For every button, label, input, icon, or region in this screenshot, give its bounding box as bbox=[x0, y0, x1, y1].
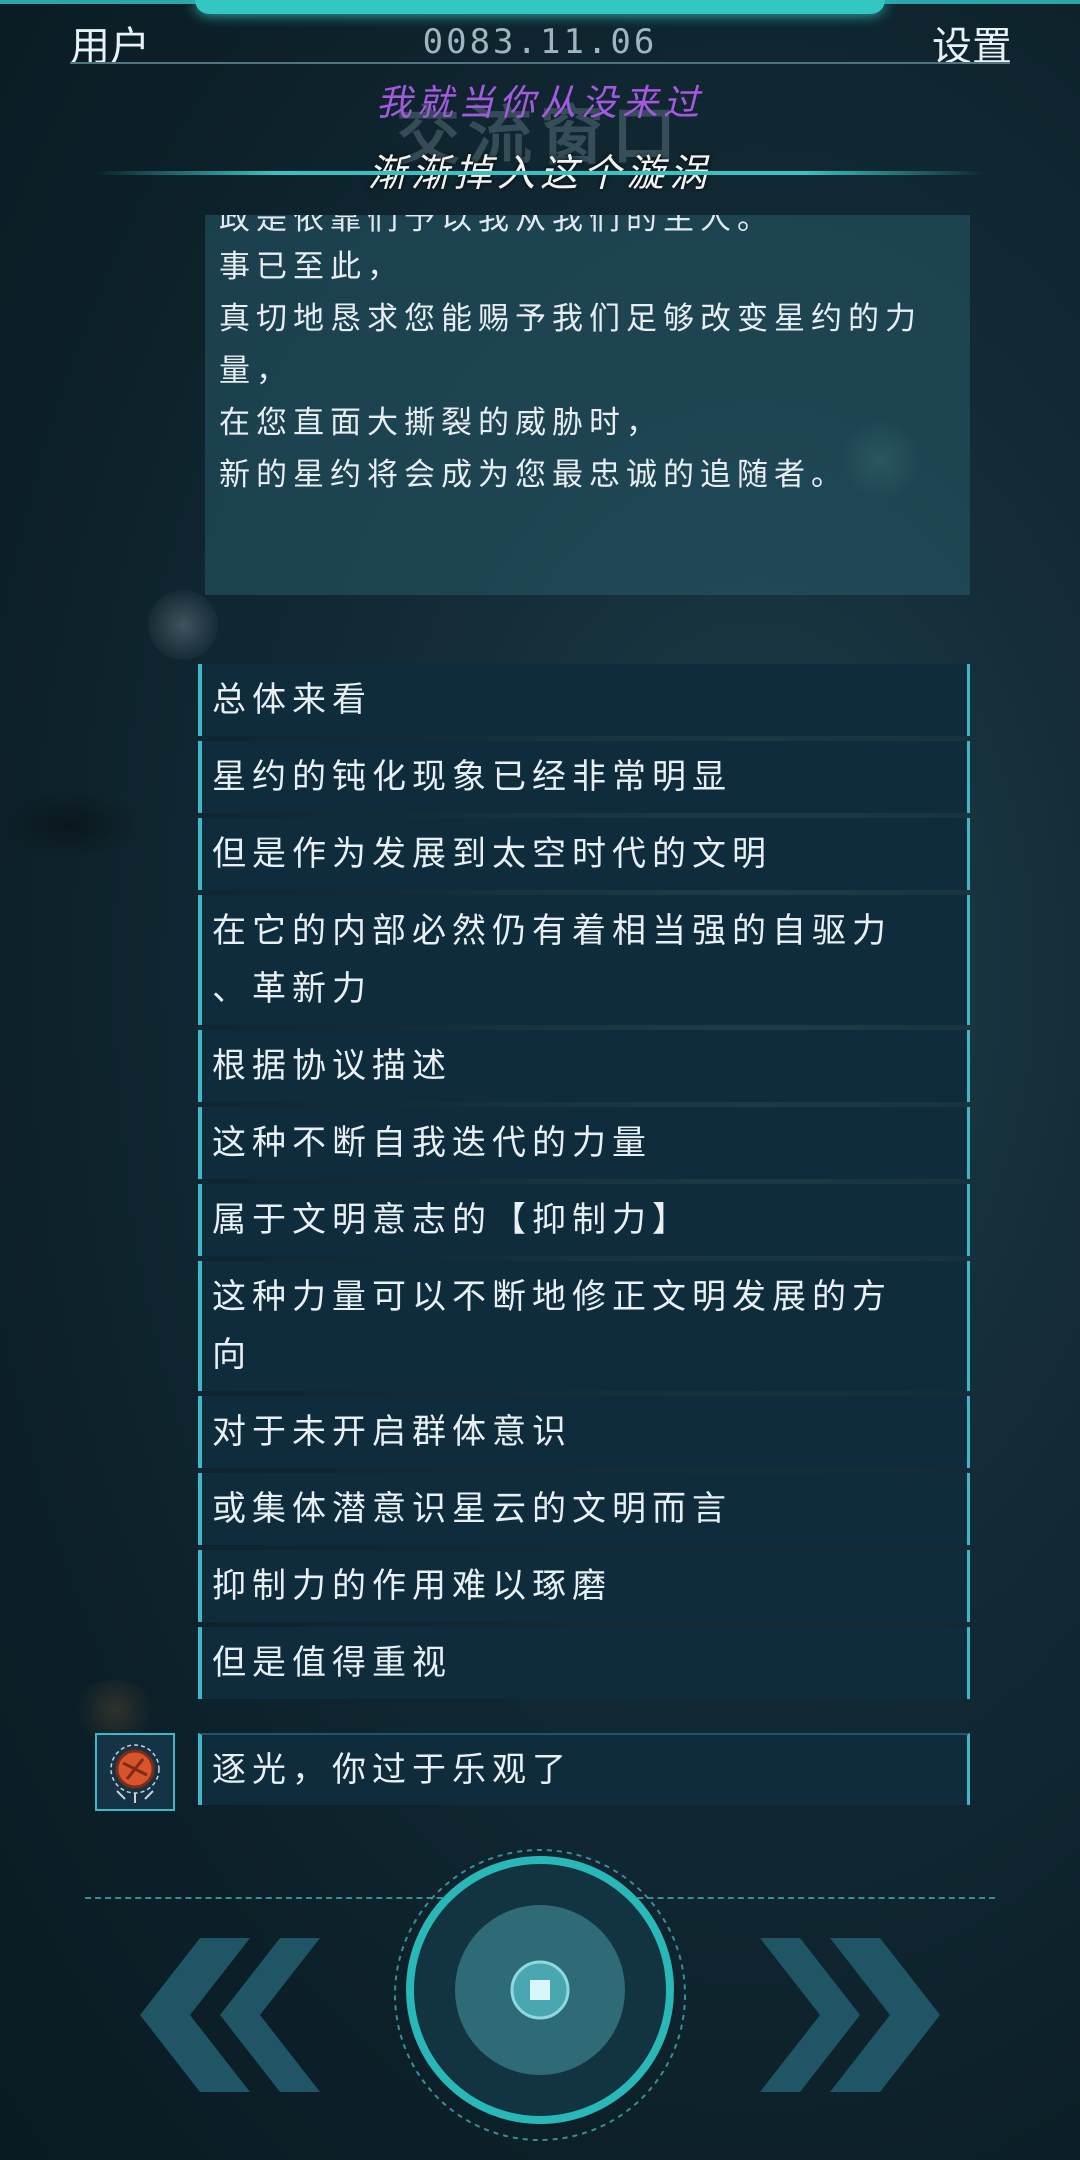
dialogue-text: 星约的钝化现象已经非常明显 bbox=[212, 757, 732, 797]
game-date: 0083.11.06 bbox=[422, 22, 658, 62]
dialogue-text: 、革新力 bbox=[212, 969, 372, 1009]
emblem-icon bbox=[110, 1744, 160, 1803]
header-divider bbox=[70, 62, 1010, 64]
dialogue-text: 抑制力的作用难以琢磨 bbox=[212, 1566, 612, 1606]
spaceship-silhouette bbox=[0, 790, 140, 860]
dialogue-row[interactable]: 在它的内部必然仍有着相当强的自驱力 、革新力 bbox=[198, 895, 970, 1025]
dialogue-row[interactable]: 对于未开启群体意识 bbox=[198, 1396, 970, 1468]
dialogue-row[interactable]: 抑制力的作用难以琢磨 bbox=[198, 1550, 970, 1622]
dialogue-text: 但是值得重视 bbox=[212, 1643, 452, 1683]
dialogue-text: 这种力量可以不断地修正文明发展的方 bbox=[212, 1277, 892, 1317]
dialogue-row[interactable]: 这种不断自我迭代的力量 bbox=[198, 1107, 970, 1179]
lyric-line-1: 我就当你从没来过 bbox=[375, 83, 704, 124]
current-dialogue-text: 逐光，你过于乐观了 bbox=[212, 1750, 572, 1790]
message-partial-line: 政是依靠们予以我从我们的主人。 bbox=[219, 215, 774, 237]
dialogue-text: 总体来看 bbox=[212, 680, 372, 720]
message-box[interactable]: 政是依靠们予以我从我们的主人。 事已至此， 真切地恳求您能赐予我们足够改变星约的… bbox=[205, 215, 970, 595]
dialogue-row[interactable]: 属于文明意志的【抑制力】 bbox=[198, 1184, 970, 1256]
message-line: 事已至此， bbox=[219, 249, 404, 285]
dialogue-text: 但是作为发展到太空时代的文明 bbox=[212, 834, 772, 874]
advance-circle-icon[interactable] bbox=[390, 1845, 690, 2145]
dialogue-text: 在它的内部必然仍有着相当强的自驱力 bbox=[212, 911, 892, 951]
message-line: 量， bbox=[219, 353, 293, 389]
dialogue-text: 或集体潜意识星云的文明而言 bbox=[212, 1489, 732, 1529]
lyric-line-2: 渐渐掉入这个漩涡 bbox=[367, 151, 712, 195]
dialogue-text: 根据协议描述 bbox=[212, 1046, 452, 1086]
bokeh-light bbox=[148, 590, 218, 660]
dialogue-text: 向 bbox=[212, 1335, 252, 1375]
dialogue-text: 这种不断自我迭代的力量 bbox=[212, 1123, 652, 1163]
message-line: 新的星约将会成为您最忠诚的追随者。 bbox=[219, 457, 848, 493]
dialogue-row[interactable]: 星约的钝化现象已经非常明显 bbox=[198, 741, 970, 813]
top-glow-bar bbox=[195, 0, 885, 14]
dialogue-row[interactable]: 但是值得重视 bbox=[198, 1627, 970, 1699]
message-line: 在您直面大撕裂的威胁时， bbox=[219, 405, 663, 441]
current-dialogue-row[interactable]: 逐光，你过于乐观了 bbox=[198, 1733, 970, 1805]
dialogue-text: 对于未开启群体意识 bbox=[212, 1412, 572, 1452]
title-divider bbox=[95, 171, 985, 175]
dialogue-row[interactable]: 这种力量可以不断地修正文明发展的方 向 bbox=[198, 1261, 970, 1391]
dialogue-row[interactable]: 但是作为发展到太空时代的文明 bbox=[198, 818, 970, 890]
message-line: 真切地恳求您能赐予我们足够改变星约的力 bbox=[219, 301, 922, 337]
bokeh-light bbox=[70, 1680, 160, 1740]
speaker-avatar[interactable] bbox=[95, 1733, 175, 1811]
dialogue-text: 属于文明意志的【抑制力】 bbox=[212, 1200, 692, 1240]
double-chevron-right-icon[interactable] bbox=[760, 1930, 980, 2100]
dialogue-row[interactable]: 总体来看 bbox=[198, 664, 970, 736]
dialogue-row[interactable]: 根据协议描述 bbox=[198, 1030, 970, 1102]
double-chevron-left-icon[interactable] bbox=[100, 1930, 320, 2100]
dialogue-row[interactable]: 或集体潜意识星云的文明而言 bbox=[198, 1473, 970, 1545]
